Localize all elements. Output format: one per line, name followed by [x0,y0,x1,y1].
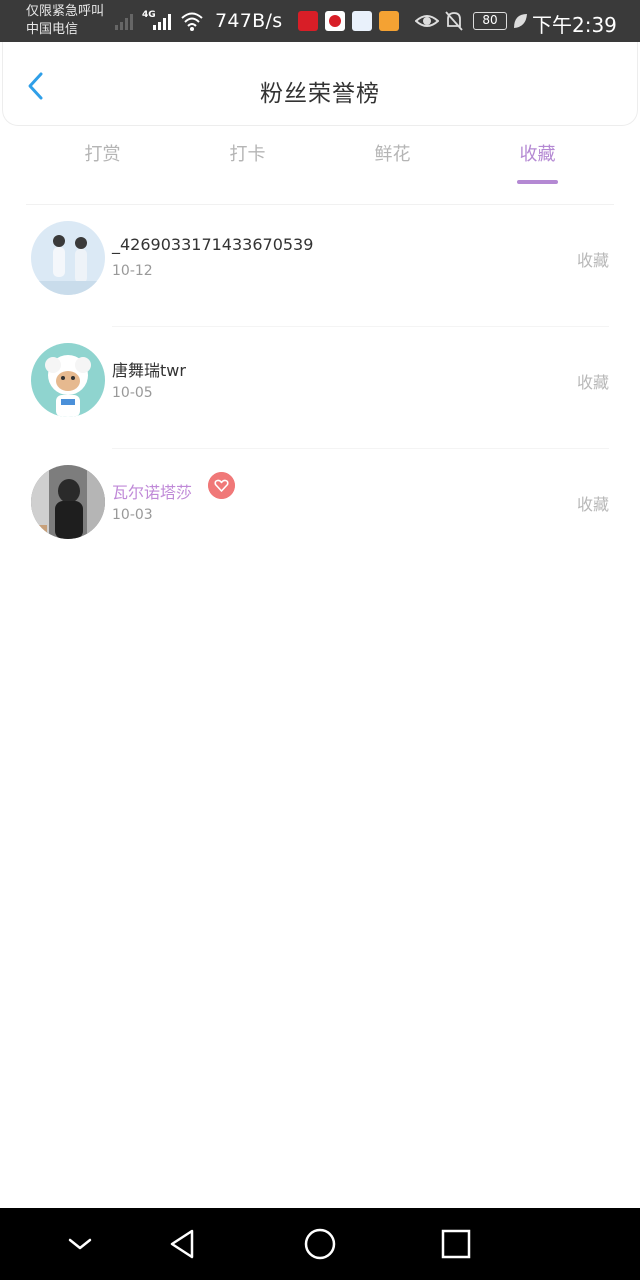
recents-square-icon[interactable] [435,1226,475,1262]
fan-name: 唐舞瑞twr [112,361,186,380]
app-notification-icon [379,11,399,31]
system-nav-bar [0,1208,640,1280]
app-notification-icon [325,11,345,31]
fan-date: 10-03 [112,507,153,523]
list-item[interactable]: 唐舞瑞twr 10-05 收藏 [0,327,640,449]
clock: 下午2:39 [532,13,617,37]
eye-icon [415,15,439,27]
signal-icon [153,14,171,30]
tab-flowers[interactable]: 鲜花 [320,140,465,166]
fan-name: 瓦尔诺塔莎 [112,483,193,502]
home-circle-icon[interactable] [300,1226,340,1262]
status-bar: 仅限紧急呼叫 中国电信 4G 747B/s 80 下午2:39 [0,0,640,42]
carrier-info: 仅限紧急呼叫 中国电信 [26,3,104,39]
tab-favorites[interactable]: 收藏 [465,140,610,166]
avatar[interactable] [31,465,105,539]
app-notification-icon [298,11,318,31]
bell-off-icon [445,11,463,31]
leaf-icon [514,14,527,28]
battery-icon: 80 [473,12,507,30]
list-item[interactable]: _4269033171433670539 10-12 收藏 [0,205,640,327]
carrier-line-2: 中国电信 [26,22,79,37]
fan-date: 10-12 [112,263,153,279]
list-item[interactable]: 瓦尔诺塔莎 10-03 收藏 [0,449,640,571]
app-header: 粉丝荣誉榜 [2,42,638,126]
fan-list: _4269033171433670539 10-12 收藏 唐舞瑞twr 10-… [0,205,640,571]
back-triangle-icon[interactable] [162,1226,202,1262]
tab-checkin[interactable]: 打卡 [175,140,320,166]
carrier-line-1: 仅限紧急呼叫 [26,4,105,19]
fan-action: 收藏 [576,495,609,514]
tab-reward[interactable]: 打赏 [30,140,175,166]
active-tab-indicator [517,180,558,184]
fan-action: 收藏 [576,251,609,270]
app-notification-icon [352,11,372,31]
page-title: 粉丝荣誉榜 [260,81,380,107]
vip-heart-icon [208,472,235,499]
fan-date: 10-05 [112,385,153,401]
fan-name: _4269033171433670539 [112,235,314,254]
network-speed: 747B/s [215,10,283,32]
avatar[interactable] [31,343,105,417]
avatar[interactable] [31,221,105,295]
fan-action: 收藏 [576,373,609,392]
wifi-icon [181,12,203,31]
chevron-down-icon[interactable] [60,1226,100,1262]
signal-icon [115,14,133,30]
